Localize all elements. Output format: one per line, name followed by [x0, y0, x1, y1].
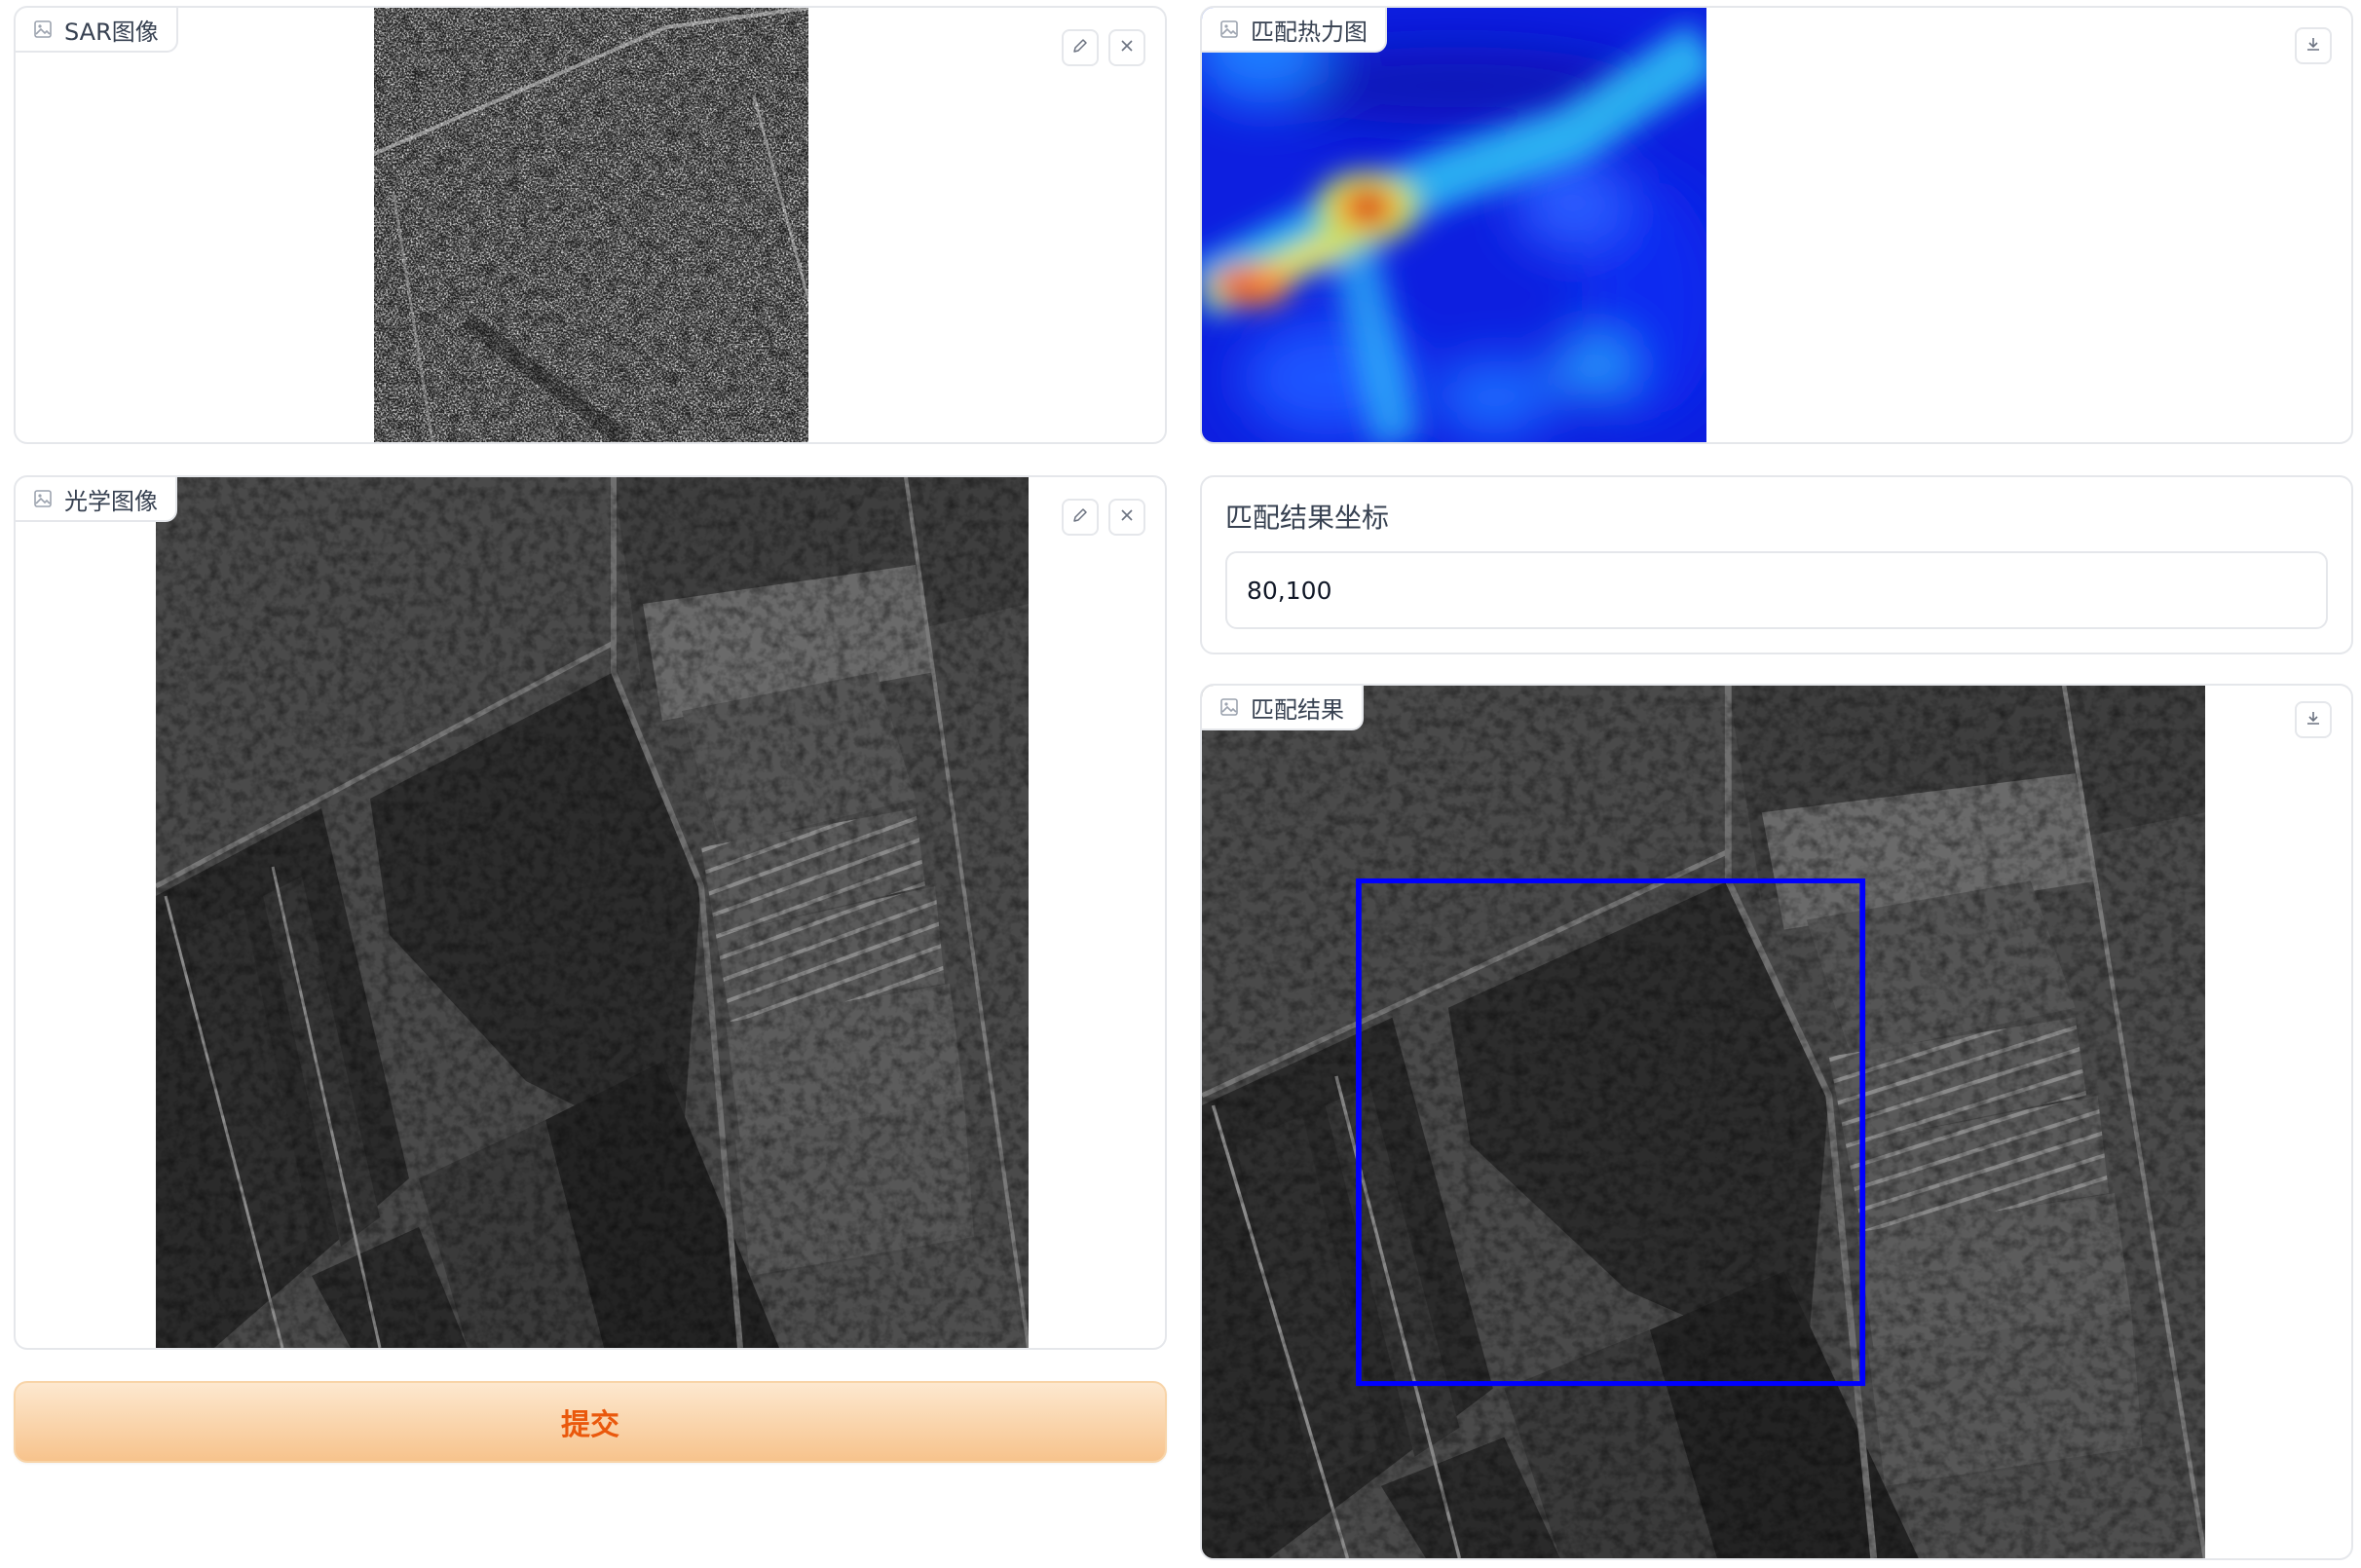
- optical-image[interactable]: [156, 477, 1029, 1348]
- close-icon: [1119, 507, 1135, 527]
- download-icon: [2305, 35, 2322, 56]
- match-result-label: 匹配结果: [1202, 686, 1364, 730]
- sar-image[interactable]: [374, 8, 808, 442]
- clear-button[interactable]: [1108, 499, 1145, 536]
- sar-image-actions: [1062, 29, 1145, 66]
- download-button[interactable]: [2295, 27, 2332, 64]
- sar-image-panel: SAR图像: [14, 6, 1167, 444]
- clear-button[interactable]: [1108, 29, 1145, 66]
- heatmap-label: 匹配热力图: [1202, 8, 1387, 53]
- match-result-panel: 匹配结果: [1200, 684, 2353, 1560]
- heatmap-image[interactable]: [1202, 8, 1706, 442]
- image-icon: [1219, 697, 1239, 717]
- optical-image-panel: 光学图像: [14, 475, 1167, 1350]
- sar-image-label: SAR图像: [16, 8, 178, 53]
- download-button[interactable]: [2295, 701, 2332, 738]
- submit-button[interactable]: 提交: [14, 1381, 1167, 1463]
- heatmap-actions: [2295, 27, 2332, 64]
- optical-image-actions: [1062, 499, 1145, 536]
- edit-button[interactable]: [1062, 29, 1099, 66]
- edit-icon: [1071, 506, 1089, 528]
- close-icon: [1119, 38, 1135, 57]
- match-coordinates-label: 匹配结果坐标: [1225, 502, 1390, 534]
- heatmap-label-text: 匹配热力图: [1251, 18, 1368, 46]
- match-coordinates-field[interactable]: [1225, 551, 2328, 629]
- optical-image-label-text: 光学图像: [64, 487, 158, 515]
- sar-image-label-text: SAR图像: [64, 18, 159, 46]
- edit-button[interactable]: [1062, 499, 1099, 536]
- match-result-actions: [2295, 701, 2332, 738]
- image-icon: [1219, 19, 1239, 39]
- app-page: SAR图像 匹配热力图 光学图像 匹配结果坐标 80,100 匹配结果 提交: [0, 0, 2361, 1568]
- optical-image-label: 光学图像: [16, 477, 177, 522]
- match-coordinates-panel: 匹配结果坐标: [1200, 475, 2353, 654]
- download-icon: [2305, 709, 2322, 730]
- heatmap-panel: 匹配热力图: [1200, 6, 2353, 444]
- edit-icon: [1071, 37, 1089, 58]
- match-result-label-text: 匹配结果: [1251, 695, 1344, 724]
- image-icon: [33, 19, 53, 39]
- match-result-image[interactable]: [1202, 686, 2205, 1558]
- image-icon: [33, 489, 53, 508]
